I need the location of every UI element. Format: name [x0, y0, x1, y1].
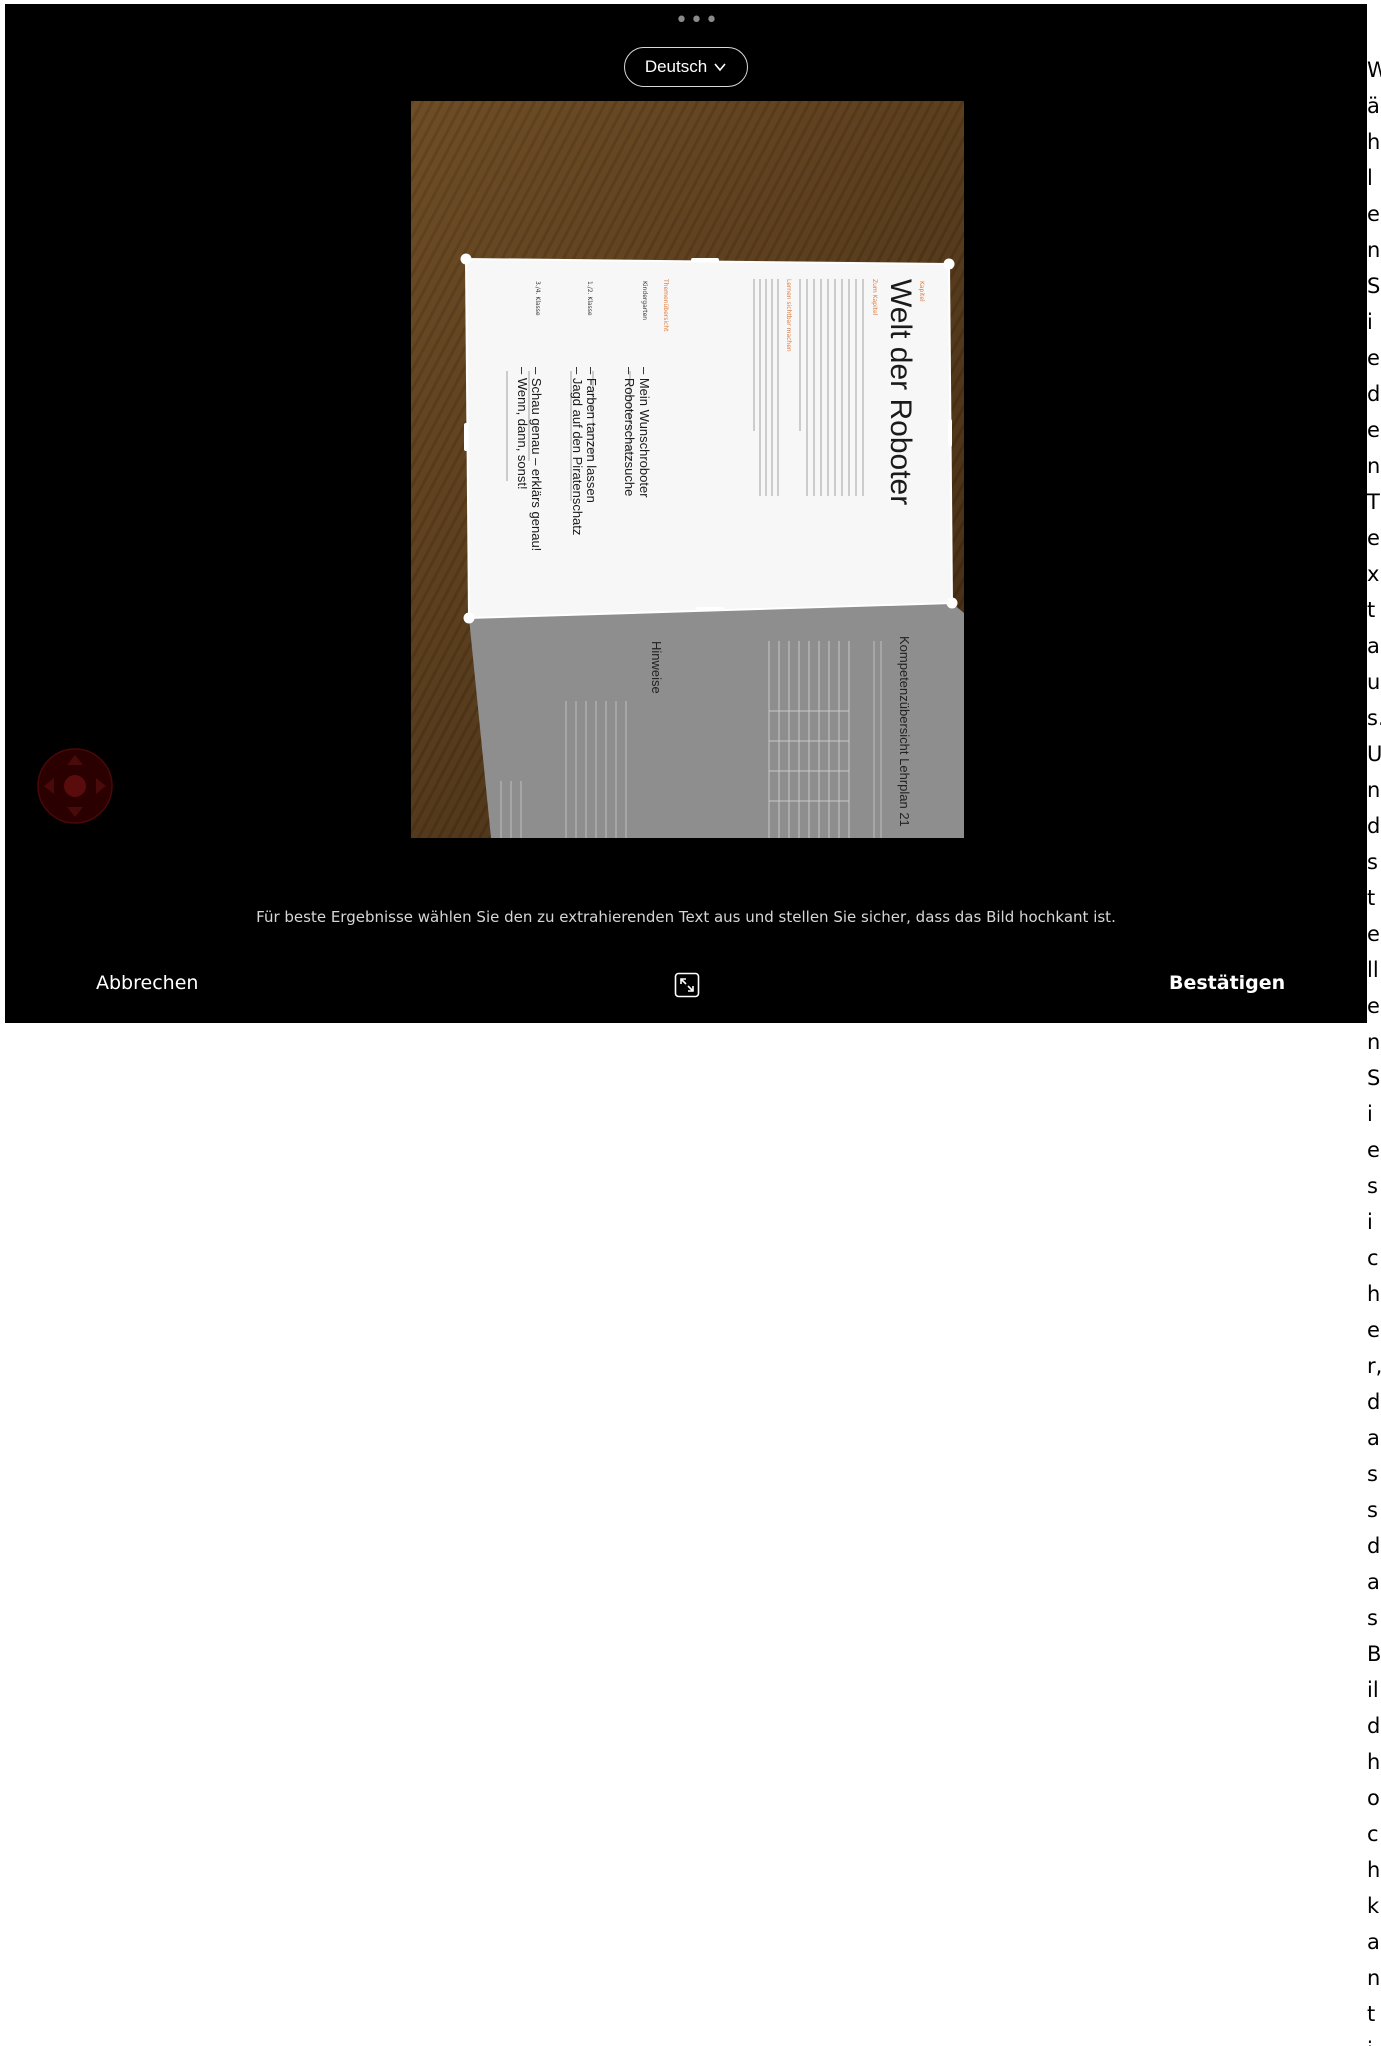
doc-topic-5: – Schau genau – erklärs genau!	[529, 367, 544, 552]
second-page	[469, 603, 964, 838]
scan-screen: ••• Deutsch Kapitel Welt der Roboter Zum…	[5, 4, 1367, 1023]
corner-handle-bottom-right[interactable]	[946, 597, 958, 609]
corner-handle-top-right[interactable]	[943, 258, 955, 270]
doc-chapter-label: Kapitel	[918, 281, 925, 302]
doc-topic-6: – Wenn, dann, sonst!	[515, 367, 530, 490]
expand-button[interactable]	[674, 972, 700, 998]
doc-title: Welt der Roboter	[884, 279, 917, 506]
corner-handle-top-left[interactable]	[460, 253, 472, 265]
chevron-down-icon	[714, 63, 726, 72]
cancel-button[interactable]: Abbrechen	[96, 972, 198, 994]
expand-icon	[674, 972, 700, 998]
doc-section-1: Lernen sichtbar machen	[785, 279, 792, 352]
page-shapes	[460, 253, 964, 838]
doc-topic-2: – Roboterschatzsuche	[622, 367, 637, 497]
edge-handle-left[interactable]	[464, 423, 468, 451]
doc-topic-3: – Farben tanzen lassen	[584, 367, 599, 503]
language-label: Deutsch	[644, 57, 708, 76]
doc-section-2: Themenübersicht	[662, 279, 669, 332]
edge-handle-top[interactable]	[691, 258, 719, 262]
ellipsis-icon[interactable]: •••	[675, 10, 720, 32]
edge-handle-bottom[interactable]	[696, 607, 724, 611]
document-photo: Kapitel Welt der Roboter Zum Kapitel Ler…	[411, 101, 964, 838]
hint-text: Für beste Ergebnisse wählen Sie den zu e…	[256, 908, 1116, 926]
doc-topic-1: – Mein Wunschroboter	[637, 367, 652, 498]
language-selector[interactable]: Deutsch	[624, 47, 748, 87]
edge-handle-right[interactable]	[948, 419, 952, 447]
corner-handle-bottom-left[interactable]	[463, 612, 475, 624]
doc-grade-34: 3./4. Klasse	[534, 281, 541, 316]
doc-grade-12: 1./2. Klasse	[586, 281, 593, 316]
doc-chapter-sub: Zum Kapitel	[871, 279, 878, 316]
doc-topic-4: – Jagd auf den Piratenschatz	[570, 367, 585, 536]
confirm-button[interactable]: Bestätigen	[1169, 972, 1285, 994]
doc-grade-kg: Kindergarten	[641, 281, 648, 321]
doc-next-title: Kompetenzübersicht Lehrplan 21	[897, 636, 912, 827]
dpad-icon[interactable]	[36, 747, 114, 825]
side-text: Wählen Sie den Text aus. Und stellen Sie…	[1367, 58, 1381, 2046]
doc-next-section: Hinweise	[649, 641, 664, 694]
